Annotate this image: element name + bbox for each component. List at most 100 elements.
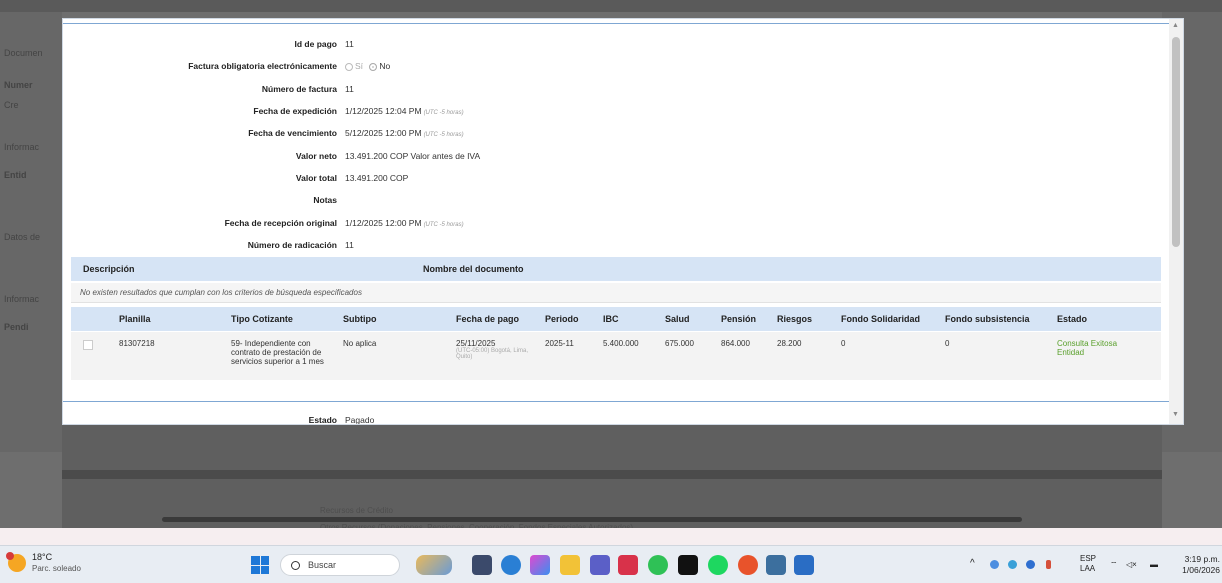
scroll-up-icon[interactable]: ▲: [1172, 22, 1179, 29]
whatsapp-icon[interactable]: [648, 555, 668, 575]
task-view-icon[interactable]: [472, 555, 492, 575]
cell-ibc: 5.400.000: [603, 339, 639, 348]
tray-app-icon[interactable]: [1026, 560, 1035, 569]
field-value: Sí No: [345, 61, 390, 71]
file-explorer-icon[interactable]: [560, 555, 580, 575]
language-indicator[interactable]: ESP LAA: [1080, 554, 1096, 574]
field-fecha-expedicion: Fecha de expedición 1/12/2025 12:04 PM (U…: [63, 104, 1163, 118]
lang-code: ESP: [1080, 554, 1097, 563]
cell-fecha-pago: 25/11/2025 (UTC-05:00) Bogotá, Lima, Quit…: [456, 339, 536, 360]
field-id-pago: Id de pago 11: [63, 37, 1163, 51]
fecha-value: 25/11/2025: [456, 339, 496, 348]
netflix-icon[interactable]: [678, 555, 698, 575]
copilot-icon[interactable]: [530, 555, 550, 575]
date-text: 1/06/2026: [1182, 565, 1220, 575]
microphone-icon[interactable]: [1046, 560, 1051, 569]
spotify-icon[interactable]: [708, 555, 728, 575]
documents-empty-row: No existen resultados que cumplan con lo…: [71, 283, 1161, 303]
cell-fondo-solidaridad: 0: [841, 339, 846, 348]
timezone-note: (UTC -5 horas): [423, 110, 464, 116]
table-row: 81307218 59- Independiente con contrato …: [71, 332, 1161, 380]
column-header-fecha-pago: Fecha de pago: [456, 314, 520, 324]
field-fecha-recepcion: Fecha de recepción original 1/12/2025 12…: [63, 216, 1163, 230]
background-lower-section: Recursos de Crédito Otros Recursos (Dona…: [62, 425, 1162, 543]
cell-estado-status[interactable]: Consulta Exitosa Entidad: [1057, 339, 1127, 357]
field-numero-factura: Número de factura 11: [63, 82, 1163, 96]
modal-bottom-divider: [63, 401, 1171, 402]
background-horizontal-scrollbar[interactable]: [62, 470, 1162, 522]
clock[interactable]: 3:19 p.m. 1/06/2026: [1176, 554, 1220, 576]
time-text: 3:19 p.m.: [1184, 554, 1220, 564]
field-estado: Estado Pagado: [63, 413, 1163, 425]
date-value: 1/12/2025 12:00 PM: [345, 218, 422, 228]
edge-browser-icon[interactable]: [501, 555, 521, 575]
weather-widget[interactable]: 18°C Parc. soleado: [6, 552, 81, 574]
column-header-nombre-documento: Nombre del documento: [423, 264, 524, 274]
cell-salud: 675.000: [665, 339, 694, 348]
field-value: 13.491.200 COP Valor antes de IVA: [345, 151, 481, 161]
windows-start-icon[interactable]: [251, 556, 269, 574]
date-value: 5/12/2025 12:00 PM: [345, 128, 422, 138]
app-icon[interactable]: [794, 555, 814, 575]
bg-label: Informac: [4, 142, 40, 152]
column-header-subtipo: Subtipo: [343, 314, 377, 324]
tray-app-icon[interactable]: [990, 560, 999, 569]
background-bottom-bar: [0, 528, 1222, 545]
scrollbar-thumb[interactable]: [1172, 37, 1180, 247]
timezone-note: (UTC -5 horas): [423, 132, 464, 138]
bg-label: Entid: [4, 170, 27, 180]
teams-icon[interactable]: [590, 555, 610, 575]
column-header-fondo-solidaridad: Fondo Solidaridad: [841, 314, 920, 324]
volume-icon[interactable]: ◁×: [1126, 560, 1137, 569]
documents-table-header: Descripción Nombre del documento: [71, 257, 1161, 281]
battery-icon[interactable]: ▬: [1150, 560, 1158, 569]
bg-label: Cre: [4, 100, 19, 110]
tray-app-icon[interactable]: [1008, 560, 1017, 569]
field-value: 1/12/2025 12:04 PM (UTC -5 horas): [345, 106, 464, 116]
app-icon[interactable]: [766, 555, 786, 575]
field-label: Número de factura: [261, 84, 337, 94]
weather-sun-icon: [6, 552, 26, 572]
scrollbar-thumb[interactable]: [162, 517, 1022, 522]
row-checkbox[interactable]: [83, 340, 93, 350]
field-label: Id de pago: [294, 39, 338, 49]
background-left-panel: Documen Numer Cre Informac Entid Datos d…: [0, 12, 62, 452]
tray-chevron-icon[interactable]: ^: [970, 558, 975, 569]
field-value: 1/12/2025 12:00 PM (UTC -5 horas): [345, 218, 464, 228]
radio-si-label: Sí: [355, 61, 364, 71]
app-icon[interactable]: [618, 555, 638, 575]
radio-no[interactable]: [369, 62, 378, 71]
field-label: Fecha de vencimiento: [248, 128, 337, 138]
radio-si[interactable]: [345, 62, 353, 71]
bg-label: Informac: [4, 294, 40, 304]
modal-vertical-scrollbar[interactable]: ▲ ▼: [1169, 19, 1183, 424]
taskbar-search-box[interactable]: Buscar: [280, 554, 400, 576]
empty-message: No existen resultados que cumplan con lo…: [80, 288, 362, 297]
field-factura-obligatoria: Factura obligatoria electrónicamente Sí …: [63, 59, 1163, 73]
field-label: Fecha de expedición: [253, 106, 337, 116]
widgets-icon[interactable]: [416, 555, 452, 575]
column-header-descripcion: Descripción: [83, 264, 135, 274]
chrome-icon[interactable]: [738, 555, 758, 575]
field-value: Pagado: [345, 415, 375, 425]
radio-no-label: No: [379, 61, 391, 71]
cell-riesgos: 28.200: [777, 339, 802, 348]
payment-detail-modal: Id de pago 11 Factura obligatoria electr…: [62, 18, 1184, 425]
column-header-ibc: IBC: [603, 314, 619, 324]
field-label: Factura obligatoria electrónicamente: [188, 61, 337, 71]
scroll-down-icon[interactable]: ▼: [1172, 411, 1179, 418]
bg-label: Datos de: [4, 232, 41, 242]
cell-tipo-cotizante: 59- Independiente con contrato de presta…: [231, 339, 324, 366]
field-value: 11: [345, 39, 354, 49]
windows-taskbar: 18°C Parc. soleado Buscar ^ ESP LAA ⌔ ◁×…: [0, 545, 1222, 583]
column-header-estado: Estado: [1057, 314, 1088, 324]
field-fecha-vencimiento: Fecha de vencimiento 5/12/2025 12:00 PM(…: [63, 126, 1163, 140]
field-notas: Notas: [63, 193, 1163, 207]
cell-subtipo: No aplica: [343, 339, 377, 348]
search-icon: [291, 560, 300, 570]
search-placeholder: Buscar: [308, 560, 337, 570]
field-valor-neto: Valor neto 13.491.200 COP Valor antes de…: [63, 149, 1163, 163]
field-numero-radicacion: Número de radicación 11: [63, 238, 1163, 252]
wifi-icon[interactable]: ⌔: [1110, 560, 1118, 570]
field-label: Valor neto: [295, 151, 337, 161]
